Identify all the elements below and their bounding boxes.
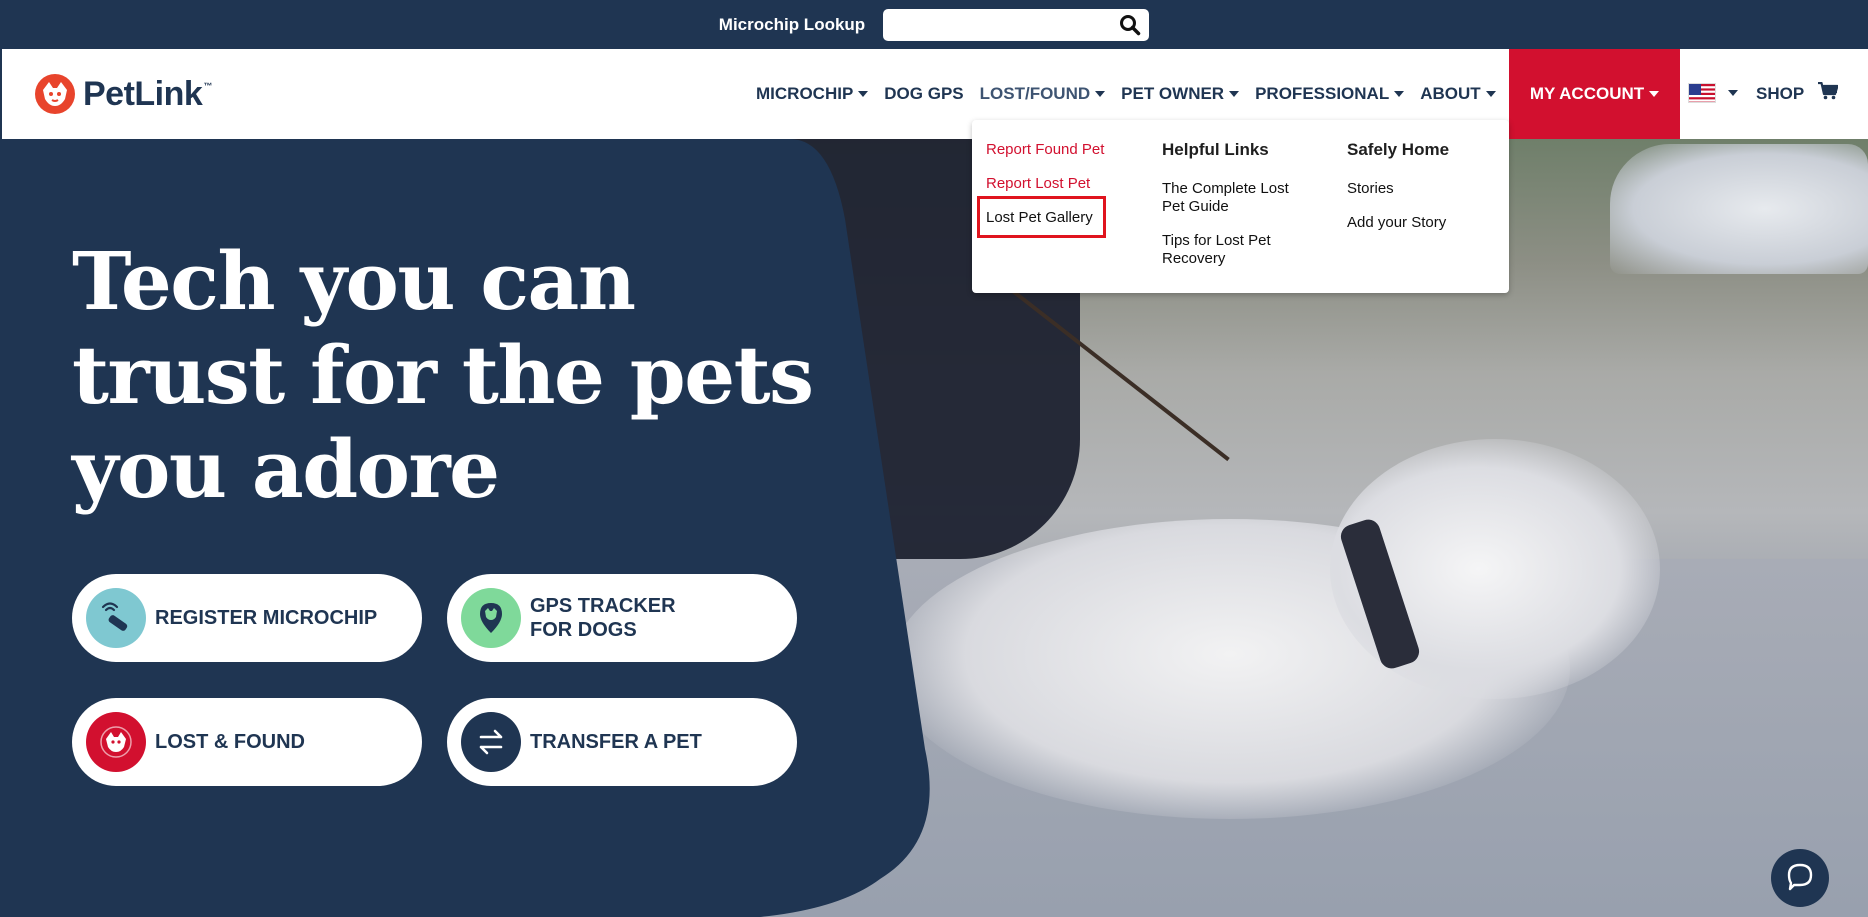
caret-down-icon bbox=[1728, 90, 1738, 96]
petlink-dog-logo-icon bbox=[34, 73, 76, 115]
nav-item-label: DOG GPS bbox=[884, 84, 964, 103]
nav-item-dog-gps[interactable]: DOG GPS bbox=[884, 84, 963, 104]
photo-car bbox=[1610, 144, 1868, 274]
my-account-label: MY ACCOUNT bbox=[1529, 84, 1645, 103]
nav-item-pet-owner[interactable]: PET OWNER bbox=[1121, 84, 1240, 104]
nav-item-label: PROFESSIONAL bbox=[1255, 84, 1390, 103]
microchip-lookup-search bbox=[883, 8, 1150, 41]
tips-lost-pet-recovery-link[interactable]: Tips for Lost Pet Recovery bbox=[1162, 232, 1271, 268]
helpful-links-heading: Helpful Links bbox=[1162, 140, 1269, 159]
lost-found-dropdown-menu: Report Found Pet Report Lost Pet Lost Pe… bbox=[972, 120, 1509, 293]
complete-lost-pet-guide-link[interactable]: The Complete Lost Pet Guide bbox=[1162, 180, 1289, 216]
caret-down-icon bbox=[858, 91, 869, 97]
chat-widget-button[interactable] bbox=[1771, 849, 1829, 907]
nav-item-about[interactable]: ABOUT bbox=[1420, 84, 1496, 104]
stories-link[interactable]: Stories bbox=[1347, 180, 1394, 198]
caret-down-icon bbox=[1229, 91, 1240, 97]
cta-label: LOST & FOUND bbox=[155, 731, 305, 753]
report-lost-pet-link[interactable]: Report Lost Pet bbox=[986, 175, 1090, 193]
microchip-lookup-input[interactable] bbox=[893, 11, 1104, 38]
nav-item-professional[interactable]: PROFESSIONAL bbox=[1255, 84, 1405, 104]
microchip-lookup-label: Microchip Lookup bbox=[718, 14, 866, 34]
safely-home-heading: Safely Home bbox=[1347, 140, 1450, 159]
dog-face-icon bbox=[86, 712, 146, 772]
gps-tracker-button[interactable]: GPS TRACKER FOR DOGS bbox=[447, 574, 797, 662]
trademark-mark: ™ bbox=[203, 81, 213, 91]
cta-label: GPS TRACKER FOR DOGS bbox=[530, 595, 676, 641]
caret-down-icon bbox=[1485, 91, 1496, 97]
nav-item-microchip[interactable]: MICROCHIP bbox=[756, 84, 869, 104]
add-your-story-link[interactable]: Add your Story bbox=[1347, 214, 1446, 232]
cta-label: REGISTER MICROCHIP bbox=[155, 607, 378, 629]
cta-label: TRANSFER A PET bbox=[530, 731, 702, 753]
microchip-scanner-icon bbox=[86, 588, 146, 648]
transfer-pet-button[interactable]: TRANSFER A PET bbox=[447, 698, 797, 786]
petlink-logo[interactable]: PetLink ™ bbox=[34, 73, 212, 115]
nav-item-label: MICROCHIP bbox=[756, 84, 854, 103]
shop-link[interactable]: SHOP bbox=[1756, 81, 1839, 105]
shop-label: SHOP bbox=[1756, 83, 1805, 103]
nav-item-label: ABOUT bbox=[1420, 84, 1481, 103]
transfer-arrows-icon bbox=[461, 712, 521, 772]
hero-section: Tech you can trust for the pets you ador… bbox=[0, 139, 1868, 917]
utility-bar: Microchip Lookup bbox=[0, 0, 1868, 49]
hero-headline: Tech you can trust for the pets you ador… bbox=[72, 234, 814, 516]
map-pin-dog-icon bbox=[461, 588, 521, 648]
caret-down-icon bbox=[1394, 91, 1405, 97]
caret-down-icon bbox=[1095, 91, 1106, 97]
nav-item-label: LOST/FOUND bbox=[979, 84, 1091, 103]
lost-and-found-button[interactable]: LOST & FOUND bbox=[72, 698, 422, 786]
caret-down-icon bbox=[1649, 91, 1660, 97]
country-selector[interactable] bbox=[1688, 83, 1738, 103]
nav-item-label: PET OWNER bbox=[1121, 84, 1225, 103]
main-navigation: PetLink ™ MICROCHIP DOG GPS LOST/FOUND P… bbox=[0, 49, 1868, 139]
search-icon[interactable] bbox=[1119, 14, 1141, 36]
nav-item-lost-found[interactable]: LOST/FOUND bbox=[980, 84, 1106, 104]
selection-highlight bbox=[977, 196, 1106, 238]
shopping-cart-icon bbox=[1818, 81, 1839, 105]
my-account-button[interactable]: MY ACCOUNT bbox=[1509, 49, 1680, 139]
report-found-pet-link[interactable]: Report Found Pet bbox=[986, 141, 1104, 159]
chat-bubble-icon bbox=[1785, 861, 1815, 896]
us-flag-icon bbox=[1688, 83, 1716, 103]
register-microchip-button[interactable]: REGISTER MICROCHIP bbox=[72, 574, 422, 662]
brand-name: PetLink bbox=[83, 74, 203, 113]
